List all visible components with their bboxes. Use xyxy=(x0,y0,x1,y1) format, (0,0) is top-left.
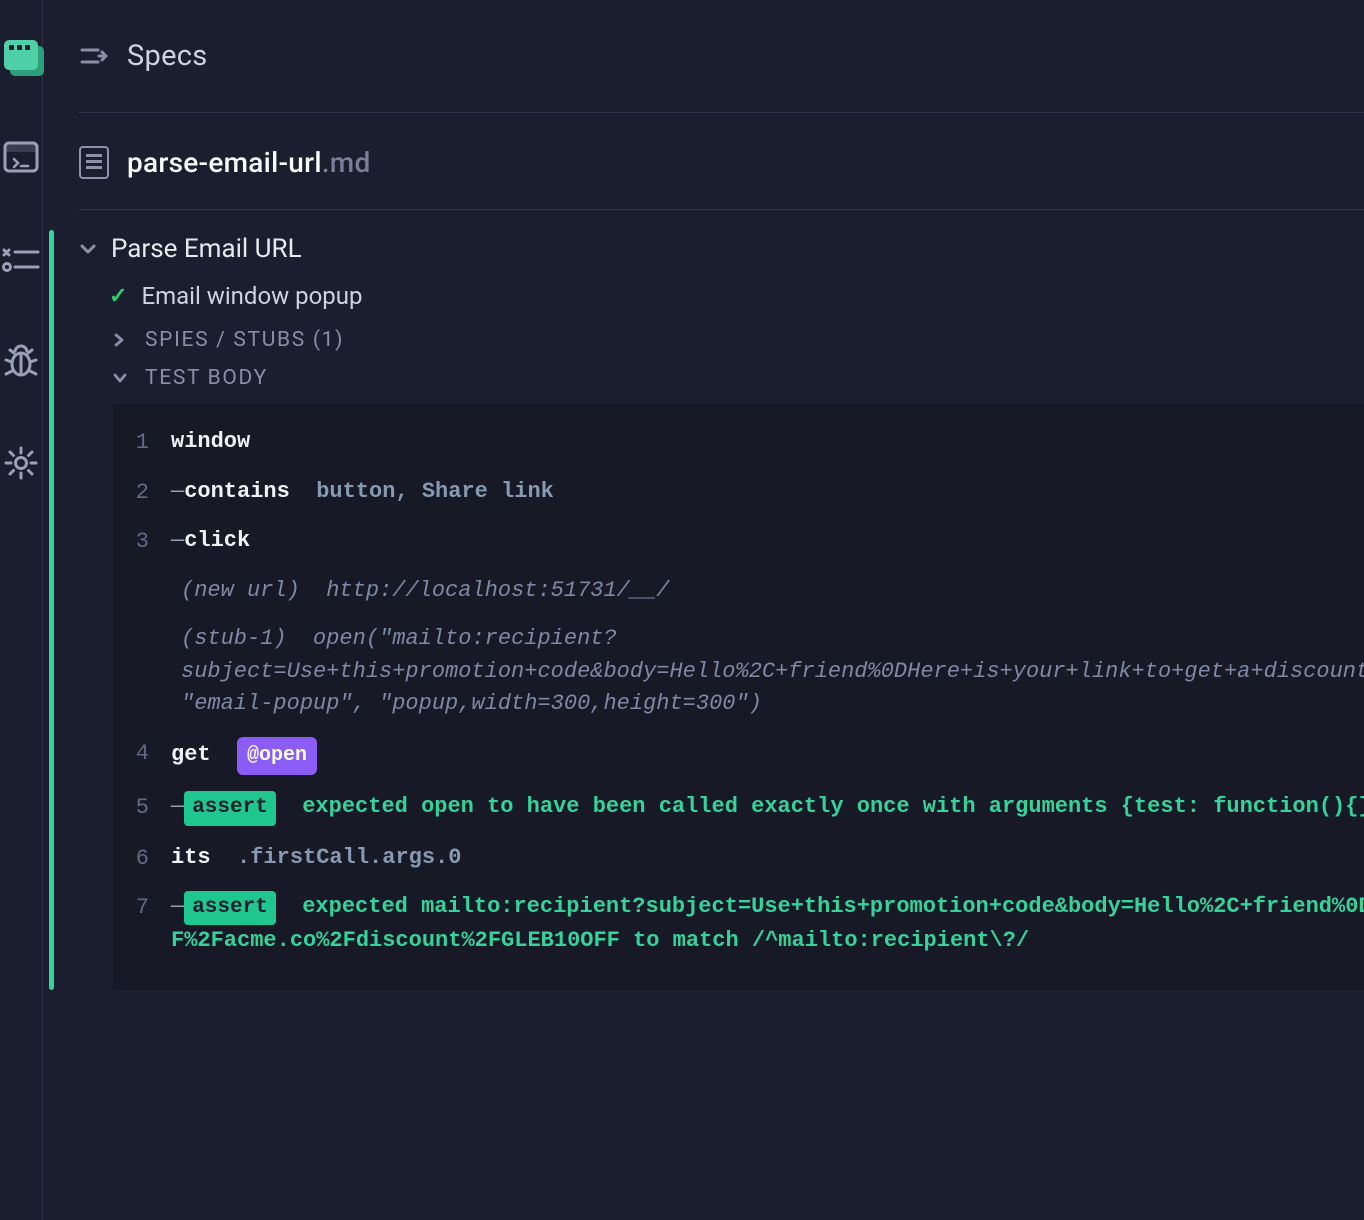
page-title: Specs xyxy=(127,39,207,73)
log-line[interactable]: 1 window xyxy=(123,418,1364,468)
settings-nav-icon[interactable] xyxy=(0,442,42,484)
alias-badge: @open xyxy=(237,737,317,776)
suite-toggle[interactable]: Parse Email URL xyxy=(79,230,1364,282)
log-line[interactable]: 6 its .firstCall.args.0 xyxy=(123,834,1364,884)
spies-toggle[interactable]: SPIES / STUBS (1) xyxy=(79,328,1364,366)
log-line[interactable]: 4 get @open xyxy=(123,729,1364,784)
check-icon: ✓ xyxy=(109,284,127,309)
log-line[interactable]: 7 —assert expected mailto:recipient?subj… xyxy=(123,883,1364,966)
log-line[interactable]: 3 —click xyxy=(123,517,1364,567)
chevron-down-icon xyxy=(113,372,129,384)
app-logo-icon[interactable] xyxy=(0,34,42,76)
debug-nav-icon[interactable] xyxy=(0,340,42,382)
log-line[interactable]: 5 —assert expected open to have been cal… xyxy=(123,783,1364,833)
command-log: 1 window 2 —contains button, Share link … xyxy=(113,404,1364,990)
log-line[interactable]: 2 —contains button, Share link xyxy=(123,468,1364,518)
assert-badge: assert xyxy=(184,891,276,925)
expand-arrow-icon[interactable] xyxy=(79,44,109,68)
sidebar xyxy=(0,0,43,1220)
assert-badge: assert xyxy=(184,791,276,825)
testbody-toggle[interactable]: TEST BODY xyxy=(79,366,1364,404)
specs-nav-icon[interactable] xyxy=(0,136,42,178)
status-bar xyxy=(49,230,54,990)
file-icon xyxy=(79,146,109,179)
log-event[interactable]: open (stub-1) open("mailto:recipient?sub… xyxy=(123,615,1364,729)
spec-filename: parse-email-url.md xyxy=(127,146,371,179)
test-row[interactable]: ✓ Email window popup xyxy=(79,282,1364,328)
chevron-down-icon xyxy=(79,243,97,255)
chevron-right-icon xyxy=(113,333,129,347)
log-event[interactable]: (new url) http://localhost:51731/__/ xyxy=(123,567,1364,616)
runs-nav-icon[interactable] xyxy=(0,238,42,280)
